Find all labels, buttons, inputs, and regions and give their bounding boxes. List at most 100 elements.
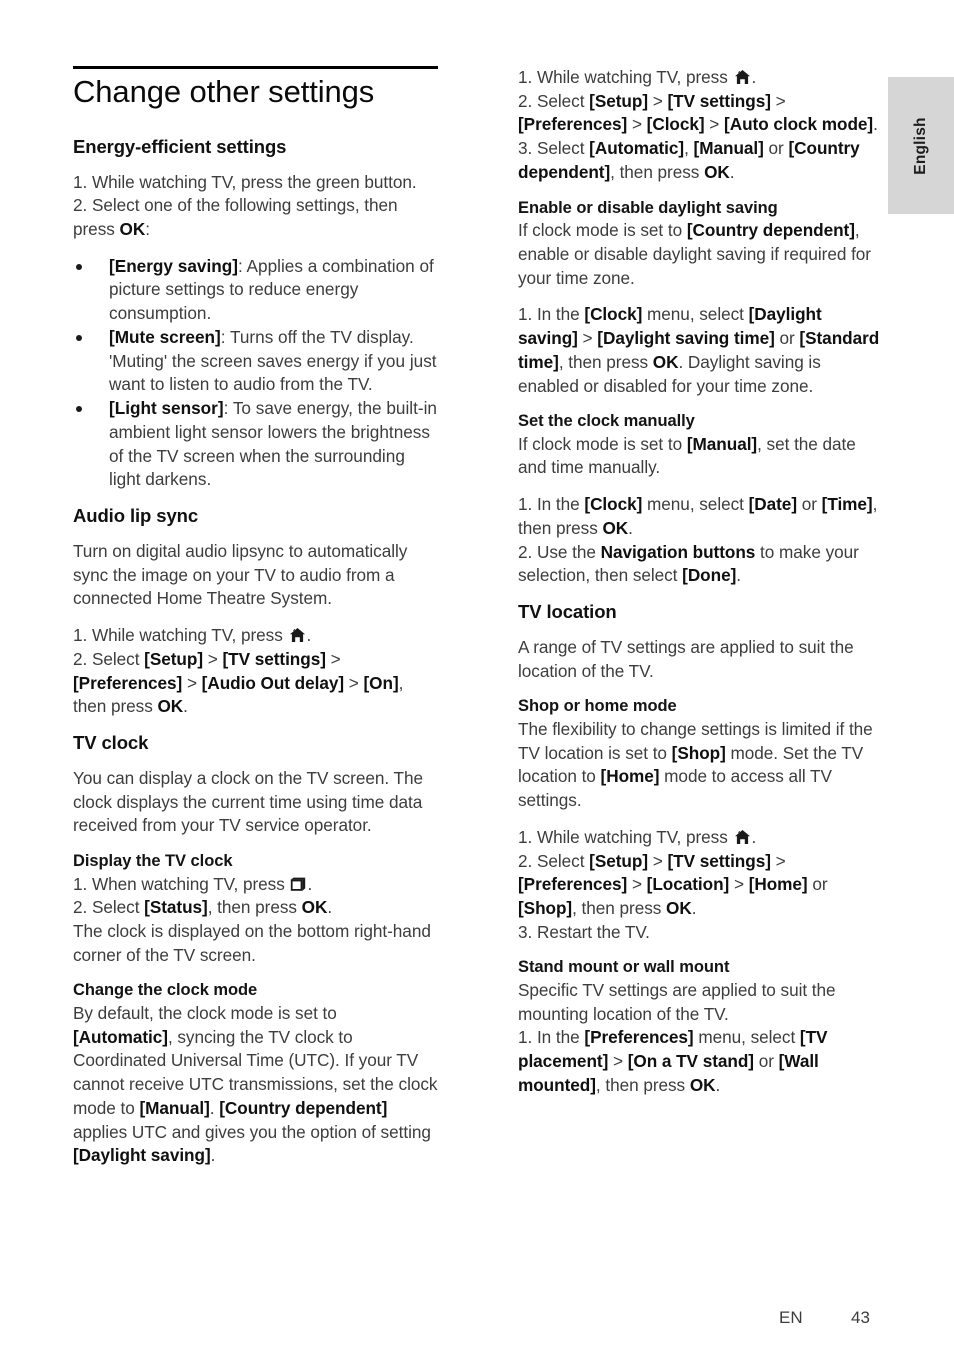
or: or <box>797 494 822 515</box>
bullet-dot-icon <box>76 334 82 341</box>
home-icon <box>289 627 306 643</box>
chapter-rule <box>73 66 438 69</box>
ok-keyword: OK <box>704 161 730 182</box>
menu-audio-out-delay: [Audio Out delay] <box>201 672 345 693</box>
shophome-step-1: 1. While watching TV, press . <box>518 826 882 850</box>
manualclock-step-2: 2. Use the Navigation buttons to make yo… <box>518 541 882 588</box>
or: or <box>774 328 800 349</box>
menu-shop: [Shop] <box>518 898 573 919</box>
lipsync-step-2: 2. Select [Setup] > [TV settings] > [Pre… <box>73 648 439 719</box>
shophome-step-1-text: 1. While watching TV, press <box>518 826 733 847</box>
sep: > <box>770 850 786 871</box>
lipsync-step-1-tail: . <box>306 625 312 646</box>
page-title: Change other settings <box>73 74 375 109</box>
then-press: , then press <box>595 1074 690 1095</box>
bullet-dot-icon <box>76 263 82 270</box>
autoclock-step-1-text: 1. While watching TV, press <box>518 67 733 87</box>
sep: > <box>577 328 598 349</box>
sep: > <box>608 1051 628 1072</box>
then-press: , then press <box>572 898 667 919</box>
manual-page: English Change other settings Energy-eff… <box>0 0 954 1354</box>
mid: , then press <box>207 897 302 918</box>
t5: . <box>210 1145 216 1166</box>
display-clock-step-1: 1. When watching TV, press . <box>73 873 439 897</box>
energy-step-2: 2. Select one of the following settings,… <box>73 194 439 241</box>
shophome-step-3: 3. Restart the TV. <box>518 921 650 942</box>
shophome-step-1-tail: . <box>751 826 757 847</box>
heading-shop-or-home-mode: Shop or home mode <box>518 697 677 716</box>
sep: > <box>648 850 668 871</box>
tail: . <box>715 1074 721 1095</box>
menu-manual: [Manual] <box>139 1097 210 1118</box>
home-icon <box>734 69 751 85</box>
ok-keyword: OK <box>652 351 679 372</box>
display-clock-step-1-tail: . <box>307 873 313 894</box>
tail: . <box>691 898 697 919</box>
sep: > <box>704 114 725 135</box>
sep: > <box>344 672 364 693</box>
tail: . <box>873 114 878 135</box>
bullet-term: [Mute screen] <box>109 326 221 347</box>
pre: 2. Select <box>518 850 590 871</box>
energy-step-1: 1. While watching TV, press the green bu… <box>73 171 439 195</box>
sep: > <box>648 90 668 111</box>
menu-automatic: [Automatic] <box>589 138 685 159</box>
left-column: Change other settings Energy-efficient s… <box>73 66 439 1181</box>
manualclock-step-1: 1. In the [Clock] menu, select [Date] or… <box>518 493 882 540</box>
menu-manual: [Manual] <box>686 433 758 454</box>
daylight-step-1: 1. In the [Clock] menu, select [Daylight… <box>518 303 882 398</box>
t1: If clock mode is set to <box>518 220 687 241</box>
menu-location: [Location] <box>646 874 730 895</box>
heading-set-the-clock-manually: Set the clock manually <box>518 412 695 431</box>
ok-keyword: OK <box>301 897 328 918</box>
menu-tv-settings: [TV settings] <box>667 850 771 871</box>
mid: menu, select <box>642 304 749 325</box>
daylight-intro: If clock mode is set to [Country depende… <box>518 219 882 290</box>
sep: > <box>182 672 202 693</box>
ok-keyword: OK <box>666 898 692 919</box>
list-item: [Mute screen]: Turns off the TV display.… <box>73 326 439 397</box>
t1: If clock mode is set to <box>518 433 687 454</box>
menu-on: [On] <box>363 672 399 693</box>
heading-stand-mount-or-wall-mount: Stand mount or wall mount <box>518 958 730 977</box>
autoclock-step-1: 1. While watching TV, press . <box>518 66 882 90</box>
menu-preferences: [Preferences] <box>518 874 628 895</box>
language-tab-label: English <box>912 116 929 175</box>
menu-daylight-saving-time: [Daylight saving time] <box>597 328 775 349</box>
pre: 1. In the <box>518 494 585 515</box>
menu-country-dependent: [Country dependent] <box>686 220 855 241</box>
footer-locale: EN <box>779 1308 803 1327</box>
menu-home: [Home] <box>748 874 808 895</box>
ok-keyword: OK <box>119 219 146 240</box>
menu-date: [Date] <box>748 494 797 515</box>
pre: 1. In the <box>518 304 585 325</box>
home-icon <box>734 829 751 845</box>
sep: , <box>684 138 694 159</box>
display-clock-step-2: 2. Select [Status], then press OK. <box>73 896 439 920</box>
menu-daylight-saving: [Daylight saving] <box>73 1145 211 1166</box>
or: or <box>763 138 789 159</box>
menu-manual: [Manual] <box>693 138 764 159</box>
menu-country-dependent: [Country dependent] <box>219 1097 388 1118</box>
list-item: [Light sensor]: To save energy, the buil… <box>73 397 439 492</box>
sep: > <box>729 874 749 895</box>
bullet-term: [Light sensor] <box>109 398 224 419</box>
tail: . <box>628 517 633 538</box>
bullet-dot-icon <box>76 406 82 413</box>
tail: . <box>327 897 333 918</box>
t3: . <box>209 1097 220 1118</box>
heading-tv-clock: TV clock <box>73 732 149 754</box>
display-clock-result: The clock is displayed on the bottom rig… <box>73 921 431 965</box>
menu-tv-settings: [TV settings] <box>667 90 771 111</box>
ok-keyword: OK <box>157 696 184 717</box>
pre: 2. Select <box>518 90 590 111</box>
lipsync-step-2-pre: 2. Select <box>73 648 145 669</box>
menu-preferences: [Preferences] <box>584 1027 694 1048</box>
heading-audio-lip-sync: Audio lip sync <box>73 505 199 527</box>
sep: > <box>203 648 223 669</box>
menu-auto-clock-mode: [Auto clock mode] <box>724 114 874 135</box>
menu-tv-settings: [TV settings] <box>222 648 326 669</box>
energy-step-1-text: 1. While watching TV, press the green bu… <box>73 171 417 192</box>
lipsync-intro: Turn on digital audio lipsync to automat… <box>73 540 408 609</box>
menu-status: [Status] <box>144 897 208 918</box>
